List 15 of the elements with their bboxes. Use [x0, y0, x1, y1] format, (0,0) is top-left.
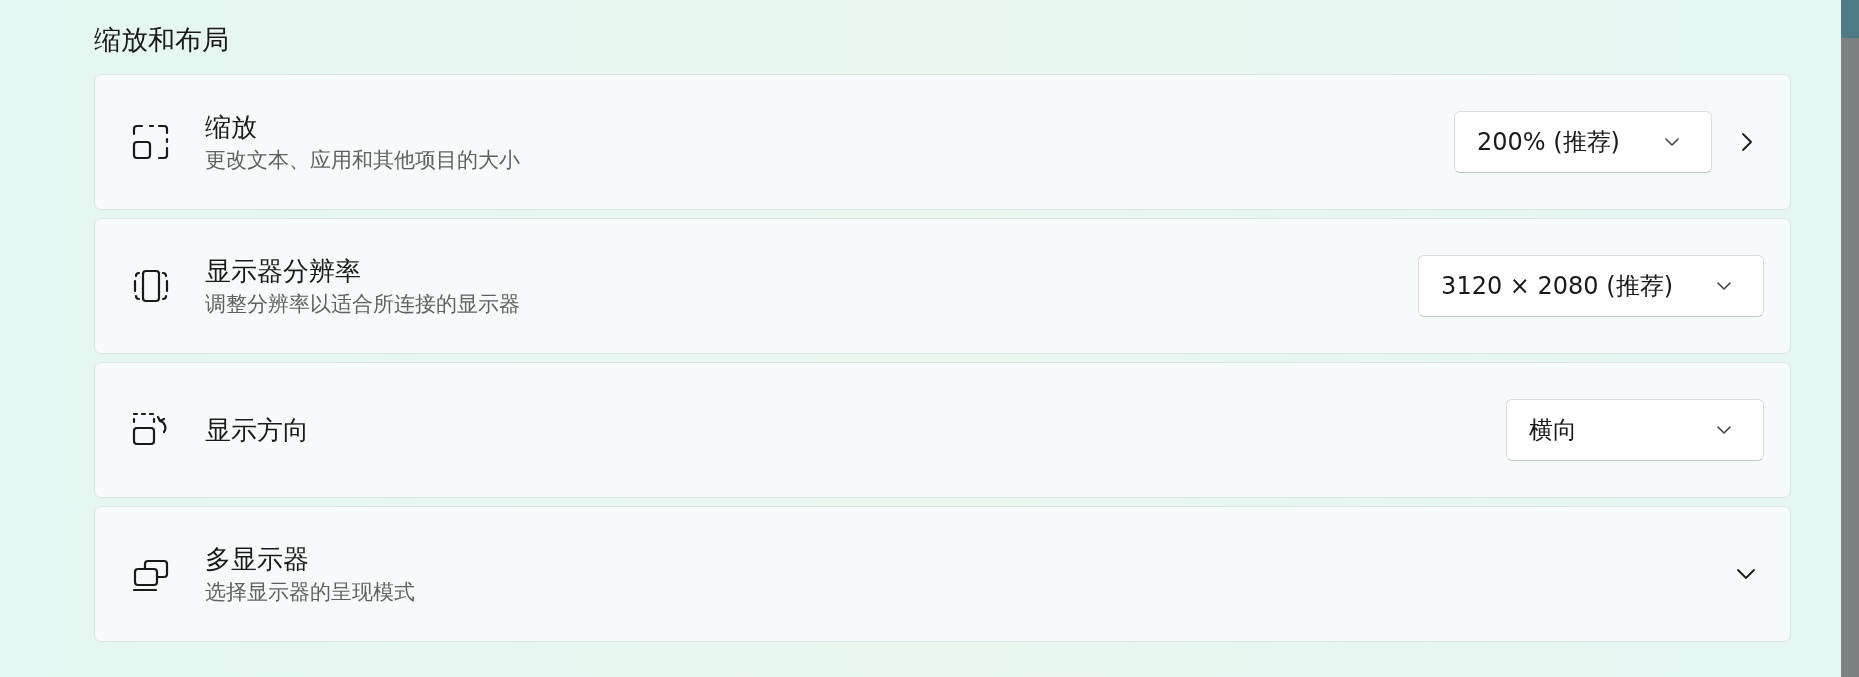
section-title: 缩放和布局	[94, 23, 229, 57]
setting-description: 调整分辨率以适合所连接的显示器	[205, 291, 520, 318]
dropdown[interactable]: 200% (推荐)	[1454, 111, 1712, 173]
dropdown[interactable]: 3120 × 2080 (推荐)	[1418, 255, 1764, 317]
setting-card[interactable]: 显示器分辨率 调整分辨率以适合所连接的显示器 3120 × 2080 (推荐)	[94, 218, 1791, 354]
setting-description: 更改文本、应用和其他项目的大小	[205, 147, 520, 174]
dropdown[interactable]: 横向	[1506, 399, 1764, 461]
setting-title: 显示方向	[205, 414, 309, 447]
setting-title: 多显示器	[205, 543, 309, 576]
setting-card[interactable]: 显示方向 横向	[94, 362, 1791, 498]
setting-card[interactable]: 多显示器 选择显示器的呈现模式	[94, 506, 1791, 642]
setting-description: 选择显示器的呈现模式	[205, 579, 415, 606]
setting-card[interactable]: 缩放 更改文本、应用和其他项目的大小 200% (推荐)	[94, 74, 1791, 210]
setting-title: 显示器分辨率	[205, 255, 361, 288]
setting-title: 缩放	[205, 111, 257, 144]
